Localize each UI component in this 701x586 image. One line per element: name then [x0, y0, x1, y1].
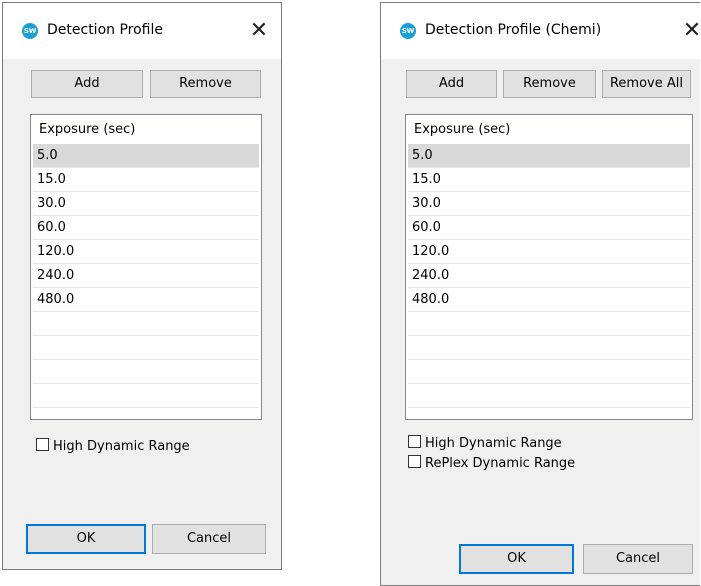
list-row[interactable]: 15.0 [408, 168, 690, 192]
list-row[interactable]: 60.0 [408, 216, 690, 240]
list-row[interactable] [33, 360, 259, 384]
remove-button[interactable]: Remove [503, 70, 596, 98]
dialog-title: Detection Profile (Chemi) [425, 22, 602, 38]
cancel-button[interactable]: Cancel [152, 524, 266, 554]
list-row[interactable]: 240.0 [408, 264, 690, 288]
list-row[interactable] [408, 312, 690, 336]
checkbox-box[interactable] [408, 435, 421, 448]
add-button[interactable]: Add [406, 70, 497, 98]
dialog-title: Detection Profile [47, 22, 163, 38]
list-row[interactable]: 30.0 [33, 192, 259, 216]
list-row[interactable]: 15.0 [33, 168, 259, 192]
high-dynamic-range-checkbox[interactable]: High Dynamic Range [408, 435, 562, 453]
list-row[interactable]: 5.0 [408, 144, 690, 168]
list-row[interactable] [408, 336, 690, 360]
checkbox-label: RePlex Dynamic Range [425, 456, 576, 471]
list-row[interactable]: 5.0 [33, 144, 259, 168]
exposure-list[interactable]: Exposure (sec) 5.0 15.0 30.0 60.0 120.0 240.0… [405, 114, 693, 420]
list-row[interactable]: 30.0 [408, 192, 690, 216]
high-dynamic-range-checkbox[interactable]: High Dynamic Range [36, 438, 190, 456]
app-logo-icon: SW [22, 23, 38, 39]
app-logo-icon: SW [400, 23, 416, 39]
checkbox-label: High Dynamic Range [425, 436, 562, 451]
list-row[interactable]: 120.0 [408, 240, 690, 264]
close-icon[interactable]: ✕ [678, 17, 701, 45]
replex-dynamic-range-checkbox[interactable]: RePlex Dynamic Range [408, 455, 575, 473]
add-button[interactable]: Add [31, 70, 143, 98]
cancel-button[interactable]: Cancel [583, 544, 693, 574]
list-header: Exposure (sec) [414, 122, 511, 137]
ok-button[interactable]: OK [26, 524, 146, 554]
exposure-list[interactable]: Exposure (sec) 5.0 15.0 30.0 60.0 120.0 240.0… [30, 114, 262, 420]
detection-profile-dialog: SW Detection Profile ✕ Add Remove Exposu… [2, 2, 282, 570]
list-row[interactable]: 240.0 [33, 264, 259, 288]
title-bar: SW Detection Profile ✕ [3, 3, 281, 59]
list-row[interactable] [33, 336, 259, 360]
list-header: Exposure (sec) [39, 122, 136, 137]
checkbox-box[interactable] [36, 438, 49, 451]
list-row[interactable] [408, 384, 690, 408]
title-bar: SW Detection Profile (Chemi) ✕ [381, 3, 701, 59]
detection-profile-chemi-dialog: SW Detection Profile (Chemi) ✕ Add Remov… [380, 2, 701, 586]
checkbox-box[interactable] [408, 455, 421, 468]
list-row[interactable]: 120.0 [33, 240, 259, 264]
remove-all-button[interactable]: Remove All [602, 70, 691, 98]
list-row[interactable]: 60.0 [33, 216, 259, 240]
remove-button[interactable]: Remove [150, 70, 261, 98]
close-icon[interactable]: ✕ [245, 17, 273, 45]
list-row[interactable]: 480.0 [408, 288, 690, 312]
list-row[interactable] [33, 312, 259, 336]
list-row[interactable] [408, 360, 690, 384]
list-row[interactable] [33, 384, 259, 408]
checkbox-label: High Dynamic Range [53, 439, 190, 454]
list-row[interactable]: 480.0 [33, 288, 259, 312]
ok-button[interactable]: OK [459, 544, 574, 574]
